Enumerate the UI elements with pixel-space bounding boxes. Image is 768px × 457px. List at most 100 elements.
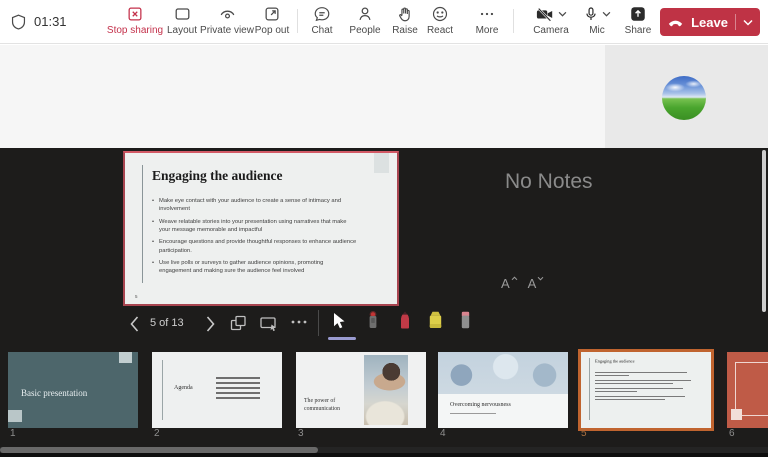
slide-thumbnail-3[interactable]: The power of communication	[296, 352, 426, 428]
thumbnail-1-number: 1	[10, 428, 16, 439]
react-icon	[431, 4, 449, 24]
laser-pointer-tool-button[interactable]	[366, 311, 380, 330]
highlighter-tool-button[interactable]	[427, 311, 444, 329]
next-slide-button[interactable]	[205, 315, 216, 333]
slide-position-indicator: 5 of 13	[150, 317, 184, 329]
active-tool-indicator	[328, 337, 356, 340]
more-icon	[478, 4, 496, 24]
thumbnail-4-photo	[438, 352, 568, 394]
private-view-icon	[218, 4, 237, 24]
nav-more-button[interactable]	[290, 319, 308, 325]
thumbnail-3-title: The power of communication	[304, 398, 341, 412]
thumbnail-1-title: Basic presentation	[21, 388, 88, 398]
slide-thumbnail-4[interactable]: Overcoming nervousness	[438, 352, 568, 428]
layout-icon	[173, 4, 192, 24]
slide-thumbnail-1[interactable]: Basic presentation	[8, 352, 138, 428]
teams-presenter-window: 01:31 Stop sharing Layout Private view P…	[0, 0, 768, 457]
thumbnail-4-title: Overcoming nervousness	[450, 402, 511, 408]
nav-divider	[318, 310, 319, 336]
leave-button[interactable]: Leave	[660, 8, 760, 36]
thumb-accent	[119, 352, 132, 363]
notes-font-controls: A A	[501, 276, 544, 291]
notes-scrollbar[interactable]	[762, 150, 766, 312]
pop-out-button[interactable]: Pop out	[247, 4, 297, 36]
people-label: People	[349, 25, 381, 36]
thumbnail-5-number: 5	[581, 428, 587, 439]
font-increase-button[interactable]: A	[501, 276, 518, 291]
slide-bullet: Make eye contact with your audience to c…	[152, 197, 357, 213]
slide-corner-accent	[374, 153, 389, 173]
participant-video-tile[interactable]	[605, 45, 768, 148]
slide-bullet: Use live polls or surveys to gather audi…	[152, 259, 357, 275]
presenter-display-button[interactable]	[259, 315, 279, 333]
thumb-accent	[731, 409, 742, 420]
chat-icon	[313, 4, 331, 24]
react-label: React	[426, 25, 454, 36]
slide-accent-line	[142, 165, 143, 283]
eraser-tool-button[interactable]	[459, 311, 472, 329]
slide-thumbnail-5-selected[interactable]: Engaging the audience	[578, 349, 714, 431]
camera-label: Camera	[533, 25, 569, 36]
slide-title: Engaging the audience	[152, 168, 283, 183]
thumbnail-4-number: 4	[440, 428, 446, 439]
pop-out-icon	[263, 4, 281, 24]
chat-button[interactable]: Chat	[299, 4, 345, 36]
mic-options-chevron[interactable]	[602, 11, 611, 17]
previous-slide-button[interactable]	[129, 315, 140, 333]
thumb-frame	[735, 362, 768, 416]
toolbar-divider	[513, 9, 514, 33]
select-tool-button[interactable]	[331, 312, 347, 330]
mic-label: Mic	[589, 25, 605, 36]
leave-label: Leave	[691, 14, 728, 30]
thumb-accent	[8, 410, 22, 422]
share-button[interactable]: Share	[616, 4, 660, 36]
presenter-stage: Engaging the audience Make eye contact w…	[0, 148, 768, 457]
leave-divider	[734, 14, 736, 30]
thumbnail-6-number: 6	[729, 428, 735, 439]
leave-options-chevron[interactable]	[743, 19, 753, 26]
camera-options-chevron[interactable]	[558, 11, 567, 17]
meeting-toolbar: 01:31 Stop sharing Layout Private view P…	[0, 0, 768, 44]
thumbnail-2-number: 2	[154, 428, 160, 439]
more-button[interactable]: More	[464, 4, 510, 36]
stop-sharing-label: Stop sharing	[106, 25, 164, 36]
slide-bullet: Encourage questions and provide thoughtf…	[152, 238, 357, 254]
caret-up-icon	[511, 276, 518, 281]
chat-label: Chat	[311, 25, 333, 36]
thumbnail-3-number: 3	[298, 428, 304, 439]
content-strip	[0, 45, 768, 148]
font-decrease-letter: A	[527, 276, 537, 291]
slide-thumbnail-2[interactable]: Agenda	[152, 352, 282, 428]
bottom-edge	[0, 453, 768, 457]
thumbnail-2-title: Agenda	[174, 385, 193, 391]
more-label: More	[475, 25, 499, 36]
private-view-label: Private view	[200, 25, 254, 36]
raise-hand-label: Raise	[392, 25, 418, 36]
react-button[interactable]: React	[417, 4, 463, 36]
grid-view-button[interactable]	[229, 314, 248, 333]
caret-down-icon	[537, 276, 544, 281]
share-tray-icon	[629, 4, 647, 24]
thumbnail-5-title: Engaging the audience	[595, 359, 635, 364]
pen-tool-button[interactable]	[398, 311, 412, 329]
meeting-timer: 01:31	[34, 14, 67, 29]
camera-off-icon	[535, 5, 555, 23]
thumbnail-3-photo	[364, 355, 408, 425]
thumb-accent-line	[589, 358, 590, 420]
slide-thumbnail-6[interactable]	[727, 352, 768, 428]
notes-placeholder: No Notes	[505, 170, 593, 193]
people-icon	[356, 4, 374, 24]
thumbnail-2-text-lines	[216, 377, 260, 402]
slide-bullet-list: Make eye contact with your audience to c…	[152, 197, 357, 280]
mic-icon	[583, 5, 599, 23]
thumbnail-4-subtitle-line	[450, 413, 496, 414]
current-slide-canvas[interactable]: Engaging the audience Make eye contact w…	[123, 151, 399, 306]
mic-button[interactable]: Mic	[572, 4, 622, 36]
font-increase-letter: A	[501, 276, 510, 291]
hangup-icon	[667, 17, 684, 27]
stop-sharing-button[interactable]: Stop sharing	[104, 4, 166, 36]
slide-page-number: 5	[135, 294, 138, 299]
participant-avatar	[662, 76, 706, 120]
font-decrease-button[interactable]: A	[528, 276, 545, 291]
thumb-accent-line	[162, 360, 163, 420]
